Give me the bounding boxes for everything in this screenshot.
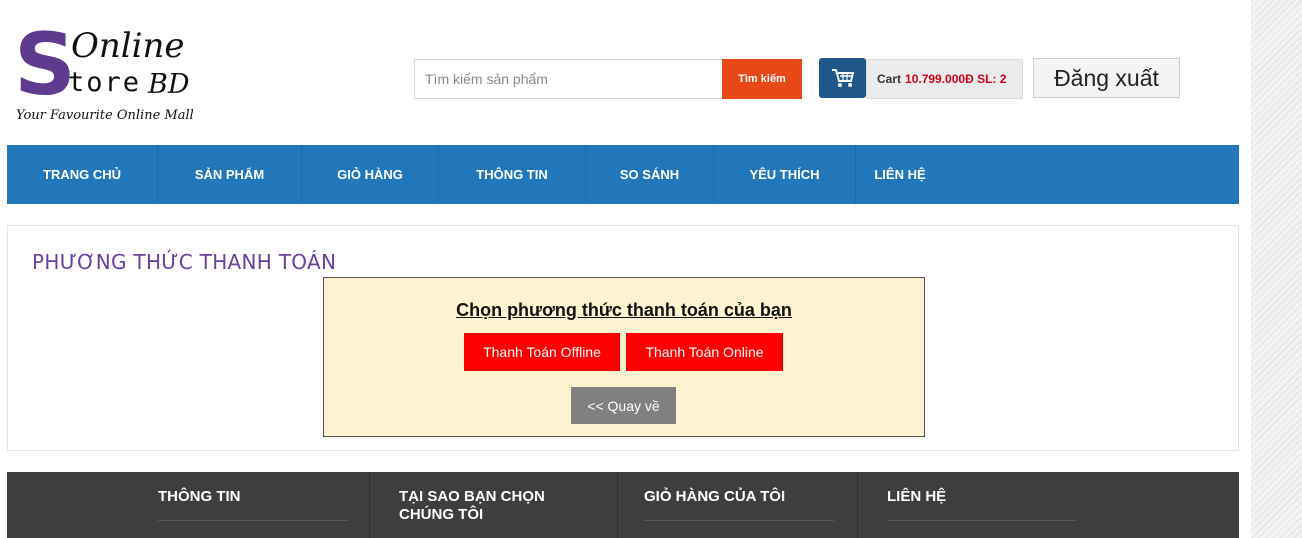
back-button[interactable]: << Quay về [571,387,676,424]
nav-item-contact[interactable]: LIÊN HỆ [856,145,944,204]
cart-summary[interactable]: Cart 10.799.000Đ SL: 2 [866,59,1023,99]
shopping-cart-icon [831,69,854,87]
logo-letter: S [14,15,76,115]
footer-heading-info: THÔNG TIN [158,488,241,505]
page: S Online tore BD Your Favourite Online M… [0,0,1251,538]
cart-button[interactable] [819,58,866,98]
footer-divider [857,472,858,538]
search-button[interactable]: Tìm kiếm [722,59,802,99]
footer-rule [644,520,834,521]
logo-line2-suffix: BD [148,69,190,100]
nav-item-home[interactable]: TRANG CHỦ [7,145,158,204]
pay-online-button[interactable]: Thanh Toán Online [626,333,783,371]
nav-item-compare[interactable]: SO SÁNH [586,145,714,204]
cart-label: Cart [877,72,902,86]
search-input[interactable] [414,59,723,99]
site-logo[interactable]: S Online tore BD Your Favourite Online M… [12,22,252,128]
footer-heading-contact: LIÊN HỆ [887,488,947,505]
logo-tagline: Your Favourite Online Mall [16,108,194,123]
footer-heading-my-cart: GIỎ HÀNG CỦA TÔI [644,488,786,505]
footer-divider [617,472,618,538]
logo-line2: tore [68,67,142,98]
main-nav: TRANG CHỦ SẢN PHẨM GIỎ HÀNG THÔNG TIN SO… [7,145,1239,204]
nav-item-favorites[interactable]: YÊU THÍCH [714,145,856,204]
nav-item-info[interactable]: THÔNG TIN [439,145,586,204]
site-footer: THÔNG TIN TẠI SAO BẠN CHỌN CHÚNG TÔI GIỎ… [7,472,1239,538]
footer-heading-why-us: TẠI SAO BẠN CHỌN CHÚNG TÔI [399,488,545,523]
page-background-strip [1251,0,1302,538]
footer-rule [887,520,1077,521]
footer-rule [158,520,348,521]
payment-section: PHƯƠNG THỨC THANH TOÁN Chọn phương thức … [7,225,1239,451]
nav-item-cart[interactable]: GIỎ HÀNG [302,145,439,204]
logo-line1: Online [71,26,185,66]
footer-divider [369,472,370,538]
page-title: PHƯƠNG THỨC THANH TOÁN [32,250,337,274]
nav-item-products[interactable]: SẢN PHẨM [158,145,302,204]
pay-offline-button[interactable]: Thanh Toán Offline [464,333,620,371]
payment-method-panel: Chọn phương thức thanh toán của bạn Than… [323,277,925,437]
cart-total: 10.799.000Đ SL: 2 [905,72,1007,86]
logout-button[interactable]: Đăng xuất [1033,58,1180,98]
payment-panel-heading: Chọn phương thức thanh toán của bạn [456,300,792,320]
